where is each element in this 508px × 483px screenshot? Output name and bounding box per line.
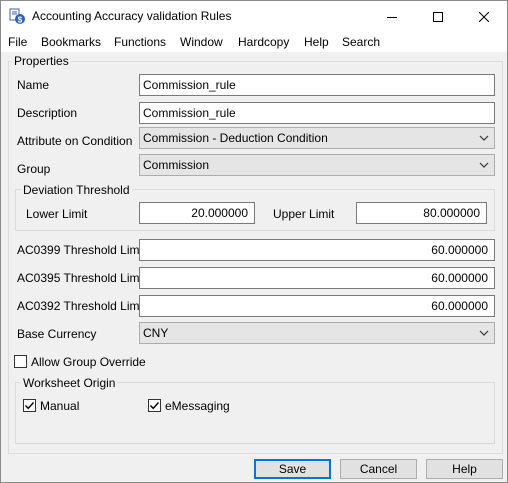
ac0392-field[interactable]: 60.000000 [139, 295, 495, 317]
deviation-threshold-title: Deviation Threshold [21, 183, 132, 197]
ac0399-label: AC0399 Threshold Limit [17, 243, 146, 257]
attribute-on-condition-value: Commission - Deduction Condition [143, 131, 328, 145]
manual-checkbox[interactable] [23, 399, 36, 412]
chevron-down-icon [479, 330, 489, 336]
allow-group-override-checkbox[interactable] [14, 355, 27, 368]
name-field[interactable]: Commission_rule [139, 74, 495, 96]
group-select[interactable]: Commission [139, 154, 495, 176]
description-field[interactable]: Commission_rule [139, 102, 495, 124]
ac0395-label: AC0395 Threshold Limit [17, 271, 146, 285]
name-label: Name [17, 78, 50, 92]
group-label: Group [17, 162, 51, 176]
maximize-icon [433, 11, 443, 22]
attribute-on-condition-label: Attribute on Condition [17, 134, 133, 148]
emessaging-checkbox[interactable] [148, 399, 161, 412]
window-title: Accounting Accuracy validation Rules [32, 9, 232, 23]
save-button[interactable]: Save [254, 459, 331, 479]
attribute-on-condition-select[interactable]: Commission - Deduction Condition [139, 127, 495, 149]
close-icon [479, 11, 489, 22]
menu-window[interactable]: Window [180, 35, 223, 49]
ac0392-label: AC0392 Threshold Limit [17, 299, 146, 313]
ac0395-field[interactable]: 60.000000 [139, 267, 495, 289]
lower-limit-label: Lower Limit [26, 207, 88, 221]
menu-functions[interactable]: Functions [114, 35, 166, 49]
chevron-down-icon [479, 162, 489, 168]
ac0399-field[interactable]: 60.000000 [139, 239, 495, 261]
menu-bookmarks[interactable]: Bookmarks [41, 35, 101, 49]
maximize-button[interactable] [415, 1, 461, 32]
emessaging-label: eMessaging [165, 399, 230, 413]
menu-search[interactable]: Search [342, 35, 380, 49]
base-currency-select[interactable]: CNY [139, 322, 495, 344]
menu-hardcopy[interactable]: Hardcopy [238, 35, 289, 49]
chevron-down-icon [479, 135, 489, 141]
manual-label: Manual [40, 399, 80, 413]
upper-limit-field[interactable]: 80.000000 [356, 202, 487, 224]
help-button[interactable]: Help [426, 459, 503, 479]
base-currency-value: CNY [143, 326, 169, 340]
group-value: Commission [143, 158, 210, 172]
allow-group-override-label: Allow Group Override [31, 355, 146, 369]
checkmark-icon [149, 402, 160, 410]
cancel-button[interactable]: Cancel [340, 459, 417, 479]
worksheet-origin-group [15, 382, 495, 444]
menu-help[interactable]: Help [304, 35, 329, 49]
properties-group-title: Properties [12, 54, 71, 68]
menu-file[interactable]: File [8, 35, 27, 49]
upper-limit-label: Upper Limit [273, 207, 335, 221]
lower-limit-field[interactable]: 20.000000 [139, 202, 255, 224]
close-button[interactable] [461, 1, 507, 32]
dialog-window: $ Accounting Accuracy validation Rules F… [0, 0, 508, 483]
description-label: Description [17, 106, 78, 120]
title-bar: $ Accounting Accuracy validation Rules [1, 1, 507, 32]
menu-bar: File Bookmarks Functions Window Hardcopy… [1, 32, 507, 52]
app-icon: $ [9, 8, 25, 25]
svg-text:$: $ [18, 16, 23, 25]
minimize-icon [387, 16, 397, 18]
worksheet-origin-title: Worksheet Origin [21, 376, 118, 390]
minimize-button[interactable] [369, 1, 415, 32]
base-currency-label: Base Currency [17, 327, 97, 341]
checkmark-icon [24, 402, 35, 410]
